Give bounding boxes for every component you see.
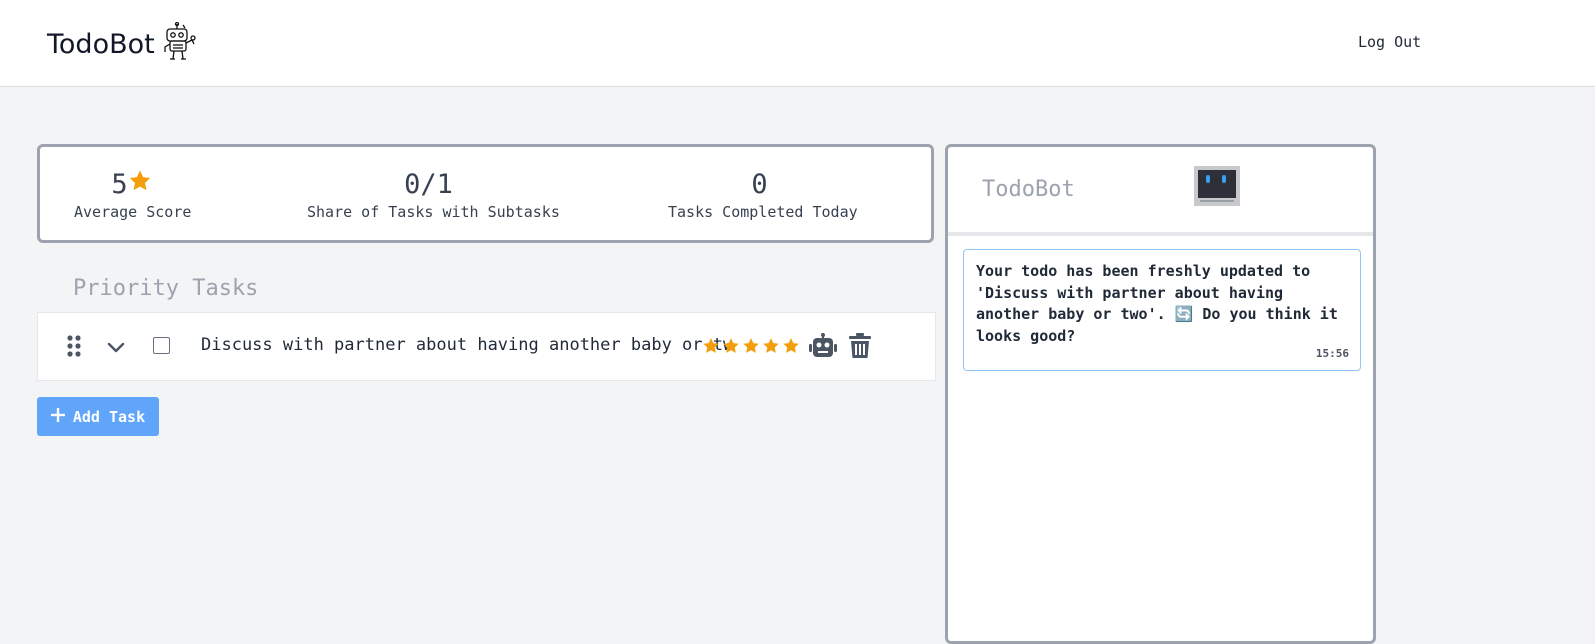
subtasks-share-value: 0/1 bbox=[404, 169, 453, 200]
completed-today-stat: 0 Tasks Completed Today bbox=[668, 169, 858, 221]
chat-title: TodoBot bbox=[982, 177, 1075, 202]
brand[interactable]: TodoBot bbox=[47, 21, 197, 66]
robot-avatar-icon bbox=[1194, 166, 1240, 210]
chat-header: TodoBot bbox=[948, 147, 1373, 236]
task-text[interactable]: Discuss with partner about having anothe… bbox=[201, 335, 731, 355]
chat-message-time: 15:56 bbox=[1315, 347, 1349, 360]
chat-message: Your todo has been freshly updated to 'D… bbox=[963, 249, 1361, 371]
task-rating[interactable] bbox=[702, 337, 800, 355]
add-task-label: Add Task bbox=[72, 407, 146, 426]
task-checkbox[interactable] bbox=[153, 337, 170, 354]
star-icon bbox=[128, 169, 152, 201]
star-icon[interactable] bbox=[742, 337, 760, 355]
chat-message-text: Your todo has been freshly updated to 'D… bbox=[976, 262, 1347, 345]
average-score-value: 5 bbox=[111, 169, 128, 200]
average-score-label: Average Score bbox=[74, 203, 192, 221]
add-task-button[interactable]: Add Task bbox=[37, 397, 159, 436]
plus-icon bbox=[50, 407, 65, 426]
robot-icon[interactable] bbox=[809, 333, 837, 363]
star-icon[interactable] bbox=[782, 337, 800, 355]
star-icon[interactable] bbox=[702, 337, 720, 355]
logout-link[interactable]: Log Out bbox=[1358, 33, 1421, 51]
robot-logo-icon bbox=[161, 21, 197, 66]
chevron-down-icon[interactable] bbox=[106, 337, 126, 361]
priority-tasks-title: Priority Tasks bbox=[73, 276, 259, 301]
average-score-stat: 5 Average Score bbox=[74, 169, 192, 221]
top-navbar: TodoBot Log Out bbox=[0, 0, 1595, 87]
subtasks-share-label: Share of Tasks with Subtasks bbox=[307, 203, 560, 221]
completed-today-label: Tasks Completed Today bbox=[668, 203, 858, 221]
trash-icon[interactable] bbox=[849, 333, 871, 363]
brand-name: TodoBot bbox=[47, 28, 155, 60]
subtasks-share-stat: 0/1 Share of Tasks with Subtasks bbox=[307, 169, 560, 221]
chat-panel: TodoBot Your todo has been freshly updat… bbox=[945, 144, 1376, 644]
stats-card: 5 Average Score 0/1 Share of Tasks with … bbox=[37, 144, 934, 243]
star-icon[interactable] bbox=[722, 337, 740, 355]
completed-today-value: 0 bbox=[751, 169, 768, 200]
drag-handle-icon[interactable] bbox=[66, 335, 82, 361]
star-icon[interactable] bbox=[762, 337, 780, 355]
task-row: Discuss with partner about having anothe… bbox=[37, 312, 936, 381]
